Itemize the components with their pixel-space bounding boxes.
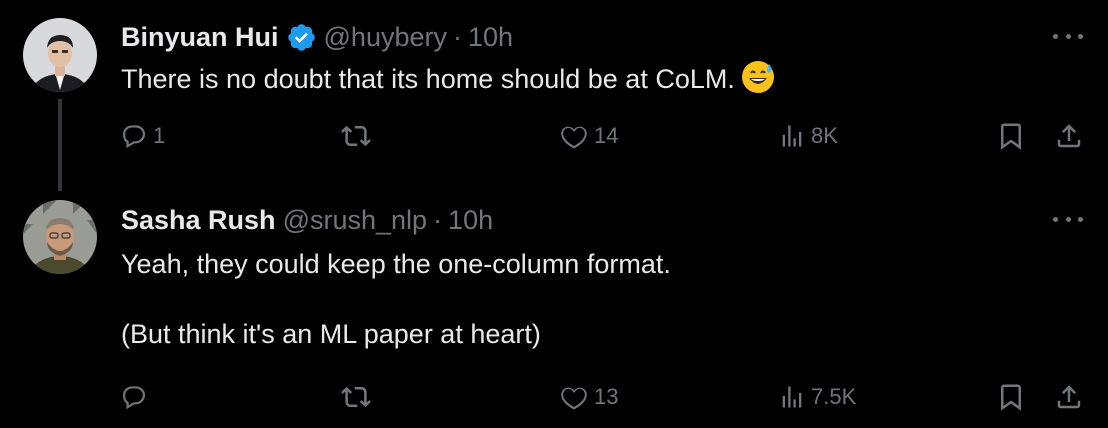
reply-button[interactable]: 1 bbox=[120, 116, 165, 156]
tweet-1[interactable]: Binyuan Hui @huybery · 10h There is no d… bbox=[0, 0, 1108, 191]
bookmark-button[interactable] bbox=[996, 377, 1026, 417]
share-button[interactable] bbox=[1054, 377, 1084, 417]
bookmark-icon bbox=[1001, 123, 1021, 150]
timestamp[interactable]: 10h bbox=[448, 204, 493, 236]
reply-icon bbox=[122, 125, 146, 149]
more-options-icon[interactable] bbox=[1053, 31, 1083, 41]
heart-icon bbox=[561, 387, 587, 410]
share-button[interactable] bbox=[1054, 116, 1084, 156]
user-handle[interactable]: @huybery bbox=[324, 21, 447, 53]
tweet-text-content: There is no doubt that its home should b… bbox=[121, 64, 735, 94]
reply-icon bbox=[122, 386, 146, 410]
tweet-header: Sasha Rush @srush_nlp · 10h bbox=[121, 204, 493, 236]
tweet-text-line-2: (But think it's an ML paper at heart) bbox=[121, 319, 541, 349]
display-name[interactable]: Binyuan Hui bbox=[121, 21, 279, 53]
tweet-header: Binyuan Hui @huybery · 10h bbox=[121, 21, 513, 53]
bookmark-icon bbox=[1001, 384, 1021, 411]
separator-dot: · bbox=[433, 205, 443, 235]
tweet-text-line-1: Yeah, they could keep the one-column for… bbox=[121, 249, 671, 279]
tweet-2[interactable]: Sasha Rush @srush_nlp · 10h Yeah, they c… bbox=[0, 190, 1108, 428]
tweet-actions: 13 7.5K bbox=[0, 377, 1108, 417]
user-handle[interactable]: @srush_nlp bbox=[283, 204, 427, 236]
more-options-icon[interactable] bbox=[1053, 214, 1083, 224]
separator-dot: · bbox=[452, 22, 462, 52]
view-count: 7.5K bbox=[811, 384, 857, 409]
avatar[interactable] bbox=[23, 200, 97, 274]
analytics-icon bbox=[782, 386, 802, 408]
like-count: 14 bbox=[594, 123, 619, 148]
share-icon bbox=[1057, 124, 1081, 148]
view-count: 8K bbox=[811, 123, 838, 148]
verified-badge-icon bbox=[286, 22, 317, 53]
retweet-button[interactable] bbox=[341, 116, 371, 156]
retweet-button[interactable] bbox=[341, 377, 371, 417]
display-name[interactable]: Sasha Rush bbox=[121, 204, 276, 236]
retweet-icon bbox=[341, 386, 371, 408]
share-icon bbox=[1057, 385, 1081, 409]
tweet-text: There is no doubt that its home should b… bbox=[121, 60, 775, 95]
views-button[interactable]: 8K bbox=[778, 116, 838, 156]
retweet-icon bbox=[341, 125, 371, 147]
reply-button[interactable] bbox=[120, 377, 148, 417]
timestamp[interactable]: 10h bbox=[468, 21, 513, 53]
like-button[interactable]: 13 bbox=[559, 377, 618, 417]
grinning-face-with-sweat-emoji-icon bbox=[741, 60, 775, 94]
reply-count: 1 bbox=[153, 123, 166, 148]
like-count: 13 bbox=[594, 384, 619, 409]
bookmark-button[interactable] bbox=[996, 116, 1026, 156]
tweet-actions: 1 14 8K bbox=[0, 116, 1108, 156]
analytics-icon bbox=[782, 125, 802, 147]
views-button[interactable]: 7.5K bbox=[778, 377, 856, 417]
avatar[interactable] bbox=[23, 18, 97, 92]
like-button[interactable]: 14 bbox=[559, 116, 618, 156]
heart-icon bbox=[561, 126, 587, 149]
